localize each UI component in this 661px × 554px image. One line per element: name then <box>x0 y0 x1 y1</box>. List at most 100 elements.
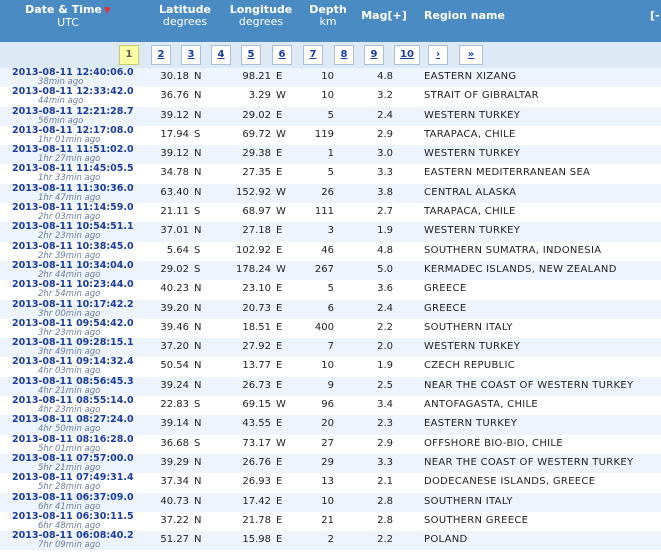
latitude-hemisphere: N <box>194 225 202 237</box>
col-datetime-header[interactable]: Date & Time ▼ UTC <box>20 4 116 29</box>
depth-value: 10 <box>321 495 334 507</box>
region-name: STRAIT OF GIBRALTAR <box>424 90 539 102</box>
longitude-value: 21.78 <box>242 514 271 526</box>
longitude-value: 20.73 <box>242 302 271 314</box>
page-2-button[interactable]: 2 <box>151 45 171 65</box>
table-row[interactable]: 2013-08-11 12:17:08.0 1hr 01min ago 17.94 S… <box>0 125 661 146</box>
table-row[interactable]: 2013-08-11 12:21:28.7 56min ago 39.12 N 29.0… <box>0 106 661 126</box>
table-row[interactable]: 2013-08-11 06:37:09.0 6hr 41min ago 40.73 N… <box>0 492 661 512</box>
region-name: SOUTHERN GREECE <box>424 514 529 526</box>
longitude-hemisphere: E <box>276 148 283 160</box>
next-page-button[interactable]: › <box>428 45 448 65</box>
col-depth-header[interactable]: Depth km <box>306 4 350 28</box>
latitude-value: 5.64 <box>166 244 189 256</box>
depth-value: 13 <box>321 476 334 488</box>
depth-value: 111 <box>314 206 334 218</box>
longitude-value: 27.18 <box>242 225 271 237</box>
table-row[interactable]: 2013-08-11 10:17:42.2 3hr 00min ago 39.20 N… <box>0 299 661 319</box>
latitude-value: 40.23 <box>160 283 189 295</box>
col-longitude-header[interactable]: Longitude degrees <box>226 4 296 28</box>
latitude-value: 39.29 <box>160 456 189 468</box>
col-latitude-header[interactable]: Latitude degrees <box>153 4 217 28</box>
longitude-value: 178.24 <box>236 263 271 275</box>
latitude-value: 30.18 <box>160 71 189 82</box>
longitude-value: 68.97 <box>242 206 271 218</box>
table-row[interactable]: 2013-08-11 11:30:36.0 1hr 47min ago 63.40 N… <box>0 183 661 204</box>
table-row[interactable]: 2013-08-11 11:51:02.0 1hr 27min ago 39.12 N… <box>0 145 661 165</box>
page-4-button[interactable]: 4 <box>211 45 231 65</box>
table-row[interactable]: 2013-08-11 07:57:00.0 5hr 21min ago 39.29 N… <box>0 453 661 474</box>
latitude-hemisphere: S <box>194 399 201 411</box>
depth-value: 29 <box>321 456 334 468</box>
table-row[interactable]: 2013-08-11 08:55:14.0 4hr 23min ago 22.83 S… <box>0 396 661 416</box>
page-3-button[interactable]: 3 <box>181 45 201 65</box>
page-10-button[interactable]: 10 <box>394 45 420 65</box>
longitude-value: 98.21 <box>242 71 271 82</box>
pagination-bar: 1 2 3 4 5 6 7 8 9 10 › » <box>0 42 661 68</box>
region-name: TARAPACA, CHILE <box>424 206 516 218</box>
latitude-hemisphere: S <box>194 244 201 256</box>
sort-desc-icon[interactable]: ▼ <box>104 6 111 16</box>
table-row[interactable]: 2013-08-11 09:54:42.0 3hr 23min ago 39.46 N… <box>0 318 661 339</box>
depth-value: 5 <box>327 167 334 179</box>
magnitude-value: 2.9 <box>377 437 393 449</box>
table-row[interactable]: 2013-08-11 10:34:04.0 2hr 44min ago 29.02 S… <box>0 260 661 281</box>
table-row[interactable]: 2013-08-11 10:38:45.0 2hr 39min ago 5.64 S 1… <box>0 241 661 261</box>
page-1-button[interactable]: 1 <box>119 45 139 65</box>
longitude-value: 26.76 <box>242 456 271 468</box>
latitude-value: 51.27 <box>160 534 189 546</box>
magnitude-value: 3.2 <box>377 90 393 102</box>
region-name: GREECE <box>424 283 467 295</box>
longitude-hemisphere: E <box>276 109 283 121</box>
page-6-button[interactable]: 6 <box>272 45 292 65</box>
table-row[interactable]: 2013-08-11 06:30:11.5 6hr 48min ago 37.22 N… <box>0 511 661 532</box>
longitude-value: 69.15 <box>242 399 271 411</box>
table-row[interactable]: 2013-08-11 11:45:05.5 1hr 33min ago 34.78 N… <box>0 164 661 184</box>
table-row[interactable]: 2013-08-11 06:08:40.2 7hr 09min ago 51.27 N… <box>0 531 661 551</box>
page-7-button[interactable]: 7 <box>303 45 323 65</box>
magnitude-value: 2.3 <box>377 418 393 430</box>
table-row[interactable]: 2013-08-11 10:23:44.0 2hr 54min ago 40.23 N… <box>0 280 661 300</box>
latitude-hemisphere: N <box>194 379 202 391</box>
col-magnitude-header[interactable]: Mag[+] <box>358 10 410 22</box>
col-extra-toggle[interactable]: [- <box>650 10 661 22</box>
table-row[interactable]: 2013-08-11 07:49:31.4 5hr 28min ago 37.34 N… <box>0 473 661 493</box>
longitude-hemisphere: E <box>276 476 283 488</box>
table-row[interactable]: 2013-08-11 09:28:15.1 3hr 49min ago 37.20 N… <box>0 338 661 358</box>
magnitude-value: 4.8 <box>377 71 393 82</box>
longitude-value: 23.10 <box>242 283 271 295</box>
latitude-value: 40.73 <box>160 495 189 507</box>
page-8-button[interactable]: 8 <box>334 45 354 65</box>
table-row[interactable]: 2013-08-11 12:40:06.0 38min ago 30.18 N 98.2… <box>0 68 661 88</box>
table-row[interactable]: 2013-08-11 12:33:42.0 44min ago 36.76 N 3.29… <box>0 87 661 107</box>
region-name: NEAR THE COAST OF WESTERN TURKEY <box>424 379 634 391</box>
col-datetime-label: Date & Time <box>25 3 102 16</box>
magnitude-value: 2.0 <box>377 341 393 353</box>
latitude-hemisphere: N <box>194 71 202 82</box>
latitude-value: 36.76 <box>160 90 189 102</box>
depth-value: 10 <box>321 71 334 82</box>
col-region-header[interactable]: Region name <box>424 10 514 22</box>
latitude-hemisphere: N <box>194 186 202 198</box>
depth-value: 3 <box>327 225 334 237</box>
table-row[interactable]: 2013-08-11 08:27:24.0 4hr 50min ago 39.14 N… <box>0 415 661 435</box>
page-9-button[interactable]: 9 <box>364 45 384 65</box>
longitude-hemisphere: E <box>276 360 283 372</box>
latitude-hemisphere: N <box>194 148 202 160</box>
region-name: TARAPACA, CHILE <box>424 128 516 140</box>
table-row[interactable]: 2013-08-11 08:16:28.0 5hr 01min ago 36.68 S… <box>0 434 661 454</box>
page-5-button[interactable]: 5 <box>241 45 261 65</box>
latitude-value: 37.22 <box>160 514 189 526</box>
depth-value: 27 <box>321 437 334 449</box>
col-depth-unit: km <box>319 15 337 28</box>
longitude-hemisphere: W <box>276 263 286 275</box>
longitude-hemisphere: W <box>276 399 286 411</box>
col-longitude-unit: degrees <box>238 15 284 28</box>
latitude-hemisphere: N <box>194 418 202 430</box>
table-row[interactable]: 2013-08-11 11:14:59.0 2hr 03min ago 21.11 S… <box>0 203 661 223</box>
latitude-hemisphere: N <box>194 90 202 102</box>
table-row[interactable]: 2013-08-11 10:54:51.1 2hr 23min ago 37.01 N… <box>0 222 661 242</box>
table-row[interactable]: 2013-08-11 09:14:32.4 4hr 03min ago 50.54 N… <box>0 357 661 377</box>
table-row[interactable]: 2013-08-11 08:56:45.3 4hr 21min ago 39.24 N… <box>0 376 661 397</box>
last-page-button[interactable]: » <box>459 45 483 65</box>
